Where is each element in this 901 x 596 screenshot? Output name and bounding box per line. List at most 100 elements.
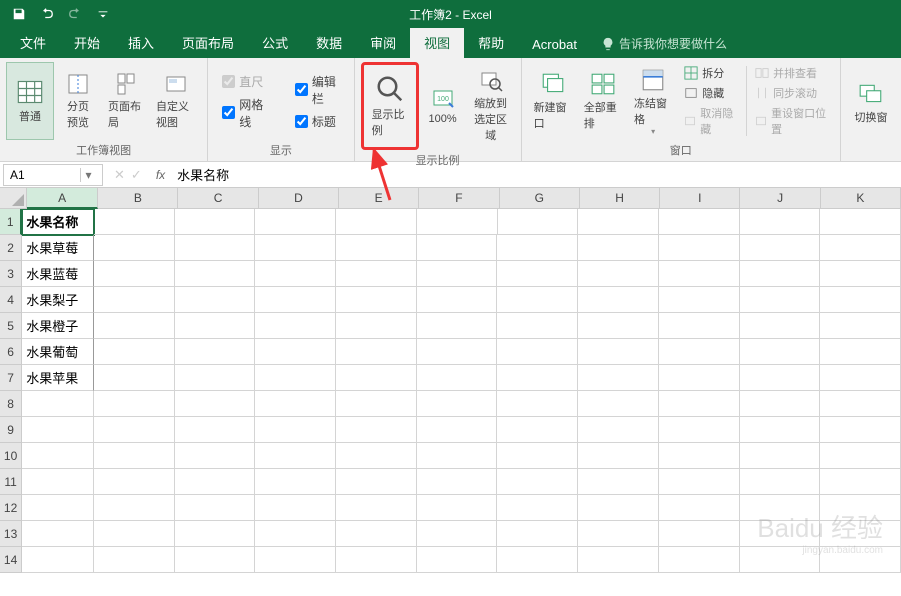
tab-acrobat[interactable]: Acrobat	[518, 31, 591, 58]
name-box[interactable]: A1 ▾	[3, 164, 103, 186]
custom-views-button[interactable]: 自定义视图	[150, 62, 201, 140]
cell[interactable]	[659, 417, 740, 443]
column-header[interactable]: D	[259, 188, 339, 209]
cell[interactable]	[336, 521, 417, 547]
cell[interactable]	[175, 313, 256, 339]
cell[interactable]	[255, 417, 336, 443]
cell[interactable]	[336, 443, 417, 469]
cell[interactable]	[497, 287, 578, 313]
normal-view-button[interactable]: 普通	[6, 62, 54, 140]
formula-input[interactable]: 水果名称	[171, 165, 901, 184]
cell[interactable]	[578, 443, 659, 469]
cell[interactable]	[417, 365, 498, 391]
cell[interactable]	[659, 339, 740, 365]
cell[interactable]	[497, 443, 578, 469]
cell[interactable]	[22, 417, 94, 443]
cell[interactable]	[578, 235, 659, 261]
cell[interactable]	[659, 235, 740, 261]
cell[interactable]: 水果蓝莓	[22, 261, 94, 287]
cell[interactable]	[417, 547, 498, 573]
tab-formulas[interactable]: 公式	[248, 27, 302, 58]
cell[interactable]	[820, 469, 901, 495]
cell[interactable]	[336, 365, 417, 391]
cell[interactable]	[740, 261, 821, 287]
cell[interactable]	[740, 521, 821, 547]
cell[interactable]	[255, 235, 336, 261]
cell[interactable]	[175, 261, 256, 287]
cell[interactable]	[255, 469, 336, 495]
cell[interactable]	[578, 365, 659, 391]
cell[interactable]	[336, 469, 417, 495]
row-header[interactable]: 2	[0, 235, 22, 261]
column-headers[interactable]: ABCDEFGHIJK	[27, 188, 901, 209]
cell[interactable]	[659, 547, 740, 573]
cell[interactable]	[820, 261, 901, 287]
save-button[interactable]	[6, 3, 32, 25]
cell[interactable]	[175, 417, 256, 443]
cell[interactable]	[578, 469, 659, 495]
cell[interactable]	[820, 417, 901, 443]
cell[interactable]	[94, 417, 175, 443]
cell[interactable]	[740, 209, 821, 235]
cell[interactable]	[255, 547, 336, 573]
cell[interactable]: 水果草莓	[22, 235, 94, 261]
cell[interactable]	[336, 339, 417, 365]
row-header[interactable]: 8	[0, 391, 22, 417]
cell[interactable]	[175, 235, 256, 261]
name-box-dropdown[interactable]: ▾	[80, 168, 96, 182]
cell[interactable]	[578, 313, 659, 339]
tab-home[interactable]: 开始	[60, 27, 114, 58]
cell[interactable]	[94, 261, 175, 287]
cell[interactable]	[659, 261, 740, 287]
row-header[interactable]: 14	[0, 547, 22, 573]
cell[interactable]	[740, 495, 821, 521]
cell[interactable]	[255, 261, 336, 287]
cell[interactable]	[740, 417, 821, 443]
cell[interactable]	[820, 521, 901, 547]
cell[interactable]	[255, 365, 336, 391]
freeze-panes-button[interactable]: 冻结窗格 ▾	[628, 62, 678, 140]
cell[interactable]	[255, 443, 336, 469]
qat-customize-button[interactable]	[90, 3, 116, 25]
cell[interactable]	[578, 287, 659, 313]
cell[interactable]	[417, 287, 498, 313]
zoom-button[interactable]: 显示比例	[366, 67, 414, 145]
cell[interactable]	[820, 339, 901, 365]
cell[interactable]	[497, 417, 578, 443]
cell[interactable]	[22, 469, 94, 495]
row-header[interactable]: 3	[0, 261, 22, 287]
tell-me-search[interactable]: 告诉我你想要做什么	[591, 29, 737, 58]
row-header[interactable]: 6	[0, 339, 22, 365]
cell[interactable]	[578, 495, 659, 521]
column-header[interactable]: J	[740, 188, 820, 209]
column-header[interactable]: I	[660, 188, 740, 209]
cell[interactable]	[820, 287, 901, 313]
redo-button[interactable]	[62, 3, 88, 25]
cell[interactable]	[94, 547, 175, 573]
cell[interactable]: 水果苹果	[22, 365, 94, 391]
cell[interactable]	[497, 547, 578, 573]
cell[interactable]	[336, 495, 417, 521]
cell[interactable]	[94, 443, 175, 469]
zoom-100-button[interactable]: 100 100%	[419, 67, 467, 145]
cell[interactable]	[94, 209, 175, 235]
headings-checkbox[interactable]: 标题	[295, 113, 340, 130]
cell[interactable]	[94, 365, 175, 391]
row-header[interactable]: 5	[0, 313, 22, 339]
cell[interactable]	[578, 417, 659, 443]
cell[interactable]	[497, 235, 578, 261]
tab-help[interactable]: 帮助	[464, 27, 518, 58]
cell[interactable]	[417, 209, 498, 235]
cell[interactable]	[497, 495, 578, 521]
formula-bar-checkbox[interactable]: 编辑栏	[295, 73, 340, 107]
tab-review[interactable]: 审阅	[356, 27, 410, 58]
cell[interactable]	[175, 365, 256, 391]
cell[interactable]: 水果葡萄	[22, 339, 94, 365]
cell[interactable]	[175, 339, 256, 365]
column-header[interactable]: K	[821, 188, 901, 209]
cell[interactable]	[417, 261, 498, 287]
cell[interactable]	[740, 469, 821, 495]
column-header[interactable]: E	[339, 188, 419, 209]
cell[interactable]	[740, 339, 821, 365]
cell[interactable]	[659, 469, 740, 495]
